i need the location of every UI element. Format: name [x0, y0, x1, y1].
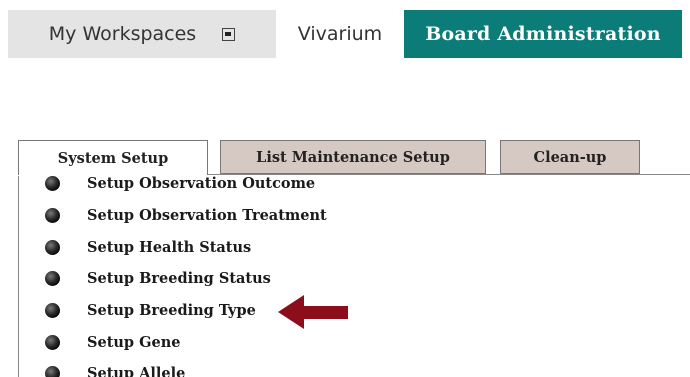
dropdown-arrow-icon[interactable] — [222, 27, 236, 41]
bullet-icon — [45, 208, 60, 224]
tab-baseline-divider — [208, 174, 690, 175]
tab-list-maintenance-setup-label: List Maintenance Setup — [256, 148, 450, 166]
left-arrow-icon — [278, 295, 348, 329]
bullet-icon — [45, 271, 60, 287]
tab-bar: System Setup List Maintenance Setup Clea… — [18, 140, 690, 176]
bullet-icon — [45, 239, 60, 255]
vivarium-label: Vivarium — [297, 23, 383, 45]
menu-item-label[interactable]: Setup Allele — [87, 365, 185, 377]
arrow-shape — [278, 295, 348, 329]
menu-item-label[interactable]: Setup Health Status — [87, 239, 251, 256]
my-workspaces-label: My Workspaces — [48, 23, 197, 45]
bullet-icon — [45, 334, 60, 350]
menu-item-label[interactable]: Setup Observation Outcome — [87, 176, 315, 192]
menu-item-label[interactable]: Setup Breeding Type — [87, 302, 256, 319]
board-administration-nav-item[interactable]: Board Administration — [404, 10, 682, 58]
tab-list-maintenance-setup[interactable]: List Maintenance Setup — [220, 140, 486, 174]
my-workspaces-dropdown[interactable]: My Workspaces — [8, 10, 276, 58]
setup-menu-panel: Setup Observation Outcome Setup Observat… — [18, 176, 690, 377]
tab-system-setup[interactable]: System Setup — [18, 140, 208, 175]
top-navigation: My Workspaces Vivarium Board Administrat… — [8, 10, 682, 58]
tab-clean-up-label: Clean-up — [533, 148, 607, 166]
bullet-icon — [45, 176, 60, 192]
bullet-icon — [45, 366, 60, 377]
menu-item-label[interactable]: Setup Breeding Status — [87, 270, 271, 287]
tab-system-setup-label: System Setup — [57, 149, 169, 167]
menu-item-label[interactable]: Setup Gene — [87, 334, 181, 351]
vivarium-nav-item[interactable]: Vivarium — [276, 10, 404, 58]
tab-clean-up[interactable]: Clean-up — [500, 140, 640, 174]
bullet-icon — [45, 303, 60, 319]
menu-item-label[interactable]: Setup Observation Treatment — [87, 207, 327, 224]
board-administration-label: Board Administration — [425, 23, 661, 45]
